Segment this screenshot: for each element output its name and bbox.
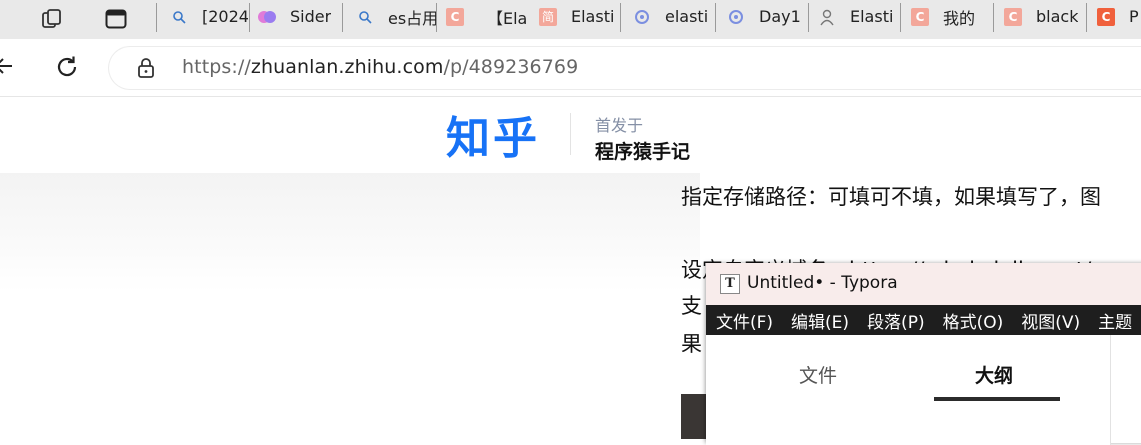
tab-label: Elasti — [571, 7, 615, 26]
tab-cnblogs-elastic[interactable]: elasti — [633, 0, 715, 33]
menu-theme[interactable]: 主题 — [1098, 308, 1132, 333]
tab-label: 我的 — [943, 8, 976, 28]
cnblogs-icon — [727, 8, 745, 26]
vertical-tabs-icon[interactable] — [104, 7, 128, 31]
search-icon — [170, 8, 188, 26]
back-icon[interactable] — [0, 55, 16, 81]
csdn-c-icon: C — [1004, 7, 1022, 26]
csdn-c-icon: C — [446, 7, 464, 26]
browser-tab-strip: [2024 Sider es占用 C 【Ela 简 Elasti elasti … — [0, 0, 1141, 39]
tab-search-2024[interactable]: [2024 — [170, 0, 248, 33]
tab-label: 【Ela — [487, 8, 527, 28]
tab-label: Elasti — [850, 7, 894, 26]
tab-csdn-p[interactable]: C P — [1097, 0, 1141, 33]
menu-edit[interactable]: 编辑(E) — [791, 308, 849, 333]
tab-csdn-mine[interactable]: C 我的 — [911, 0, 991, 33]
typora-title-bar[interactable]: T Untitled• - Typora — [706, 263, 1141, 305]
menu-paragraph[interactable]: 段落(P) — [867, 308, 925, 333]
article-paragraph: 支 — [681, 294, 702, 318]
page-background — [0, 173, 700, 293]
user-icon — [818, 8, 836, 26]
menu-file[interactable]: 文件(F) — [716, 308, 773, 333]
menu-format[interactable]: 格式(O) — [943, 308, 1004, 333]
zhihu-logo[interactable]: 知乎 — [446, 102, 540, 166]
tab-label: elasti — [665, 7, 709, 26]
tab-ela[interactable]: 【Ela — [487, 0, 527, 33]
csdn-c-icon: C — [911, 7, 929, 26]
tab-label: Sider — [290, 7, 332, 26]
article-paragraph: 果 — [681, 332, 702, 356]
tab-sider[interactable]: Sider — [258, 0, 340, 33]
tab-outline[interactable]: 大纲 — [975, 361, 1013, 388]
tab-label: P — [1129, 7, 1139, 26]
tab-csdn-pinned[interactable]: C — [446, 0, 472, 33]
tab-label: [2024 — [202, 7, 248, 26]
csdn-c-icon: C — [1097, 7, 1115, 26]
tab-label: black — [1036, 7, 1079, 26]
tab-search-es[interactable]: es占用 — [356, 0, 436, 33]
tab-elastic-user[interactable]: Elasti — [818, 0, 900, 33]
lock-icon[interactable] — [136, 57, 156, 83]
window-title: Untitled• - Typora — [747, 273, 898, 293]
tab-label: Day1 — [759, 7, 801, 26]
refresh-icon[interactable] — [54, 54, 80, 84]
address-bar[interactable]: https://zhuanlan.zhihu.com/p/489236769 — [109, 47, 1141, 89]
menu-view[interactable]: 视图(V) — [1021, 308, 1080, 333]
tab-label: es占用 — [388, 8, 436, 28]
workspaces-icon[interactable] — [40, 7, 64, 31]
typora-window: T Untitled• - Typora 文件(F) 编辑(E) 段落(P) 格… — [706, 263, 1141, 445]
header-divider — [570, 113, 571, 155]
tab-files[interactable]: 文件 — [799, 361, 837, 388]
search-icon — [356, 8, 374, 26]
jianshu-icon: 简 — [539, 7, 557, 26]
typora-menu-bar: 文件(F) 编辑(E) 段落(P) 格式(O) 视图(V) 主题 — [706, 305, 1141, 335]
tab-csdn-black[interactable]: C black — [1004, 0, 1084, 33]
published-in-label: 首发于 — [595, 116, 644, 135]
active-tab-indicator — [934, 397, 1060, 401]
typora-app-icon: T — [720, 274, 740, 294]
cnblogs-icon — [633, 8, 651, 26]
typora-sidebar: 文件 大纲 — [706, 335, 1111, 445]
article-paragraph: 指定存储路径：可填可不填，如果填写了，图 — [681, 185, 1101, 209]
url-text[interactable]: https://zhuanlan.zhihu.com/p/489236769 — [182, 56, 578, 78]
tab-jianshu-elastic[interactable]: 简 Elasti — [539, 0, 619, 33]
tab-day1[interactable]: Day1 — [727, 0, 807, 33]
zhihu-header: 知乎 首发于 程序猿手记 — [0, 97, 1141, 173]
browser-toolbar: https://zhuanlan.zhihu.com/p/489236769 — [0, 39, 1141, 97]
column-name-link[interactable]: 程序猿手记 — [595, 137, 690, 164]
sider-brain-icon — [258, 8, 276, 26]
